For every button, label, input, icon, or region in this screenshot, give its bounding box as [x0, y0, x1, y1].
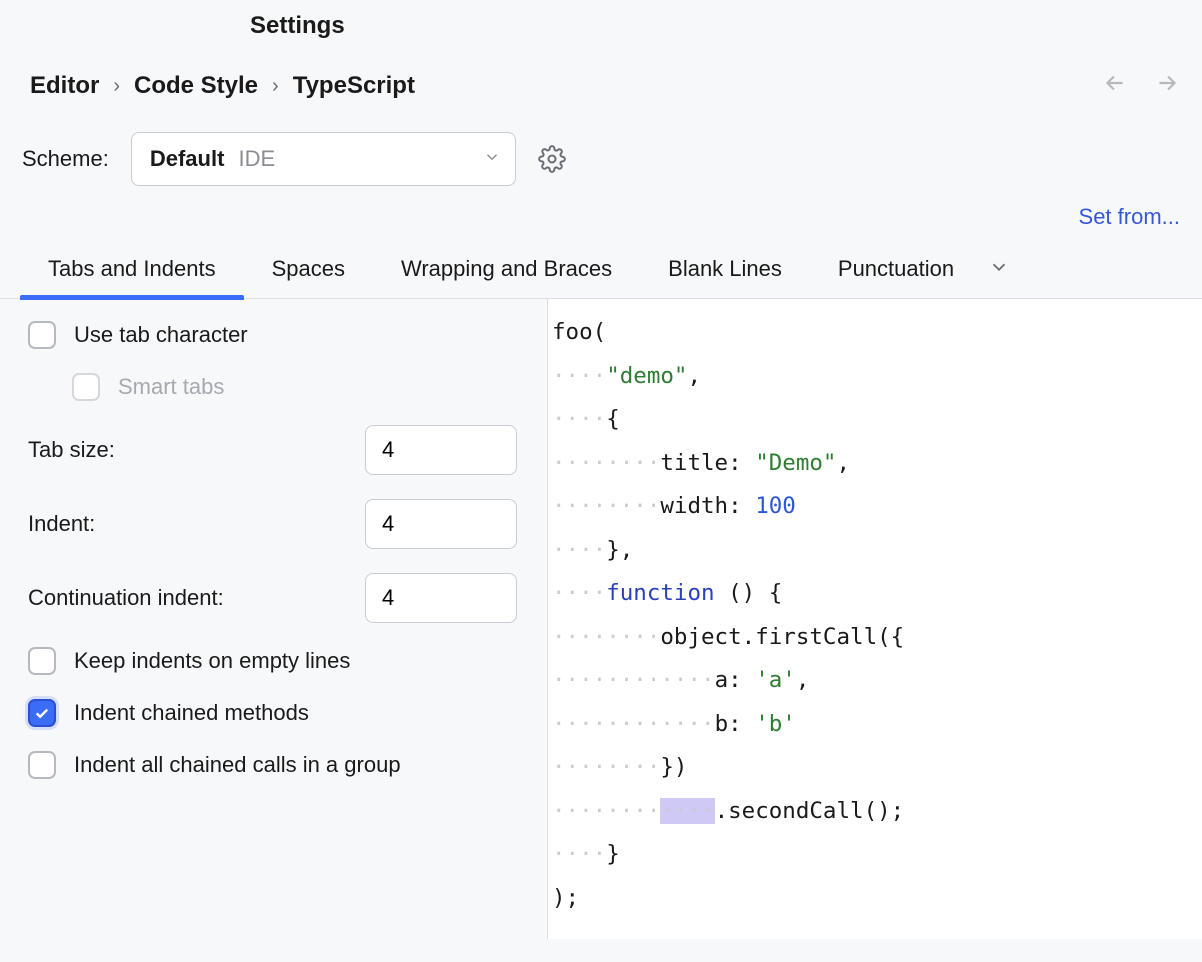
use-tab-character-label: Use tab character: [74, 322, 248, 348]
forward-button[interactable]: [1154, 70, 1180, 102]
scheme-tag: IDE: [239, 146, 276, 171]
continuation-indent-input[interactable]: [365, 573, 517, 623]
indent-all-chained-group-checkbox[interactable]: [28, 751, 56, 779]
tab-spaces[interactable]: Spaces: [244, 242, 373, 298]
breadcrumb-item[interactable]: Editor: [30, 72, 99, 100]
tab-size-input[interactable]: [365, 425, 517, 475]
smart-tabs-checkbox: [72, 373, 100, 401]
breadcrumb-item[interactable]: TypeScript: [293, 72, 415, 100]
continuation-indent-label: Continuation indent:: [28, 585, 224, 611]
keep-indents-empty-checkbox[interactable]: [28, 647, 56, 675]
tab-punctuation[interactable]: Punctuation: [810, 242, 982, 298]
scheme-name: Default: [150, 146, 225, 171]
page-title: Settings: [0, 0, 1202, 60]
indent-input[interactable]: [365, 499, 517, 549]
indent-label: Indent:: [28, 511, 95, 537]
use-tab-character-checkbox[interactable]: [28, 321, 56, 349]
scheme-label: Scheme:: [22, 146, 109, 172]
chevron-right-icon: ›: [113, 75, 120, 98]
breadcrumb: Editor › Code Style › TypeScript: [30, 72, 415, 100]
back-button[interactable]: [1102, 70, 1128, 102]
tab-size-label: Tab size:: [28, 437, 115, 463]
gear-icon[interactable]: [538, 145, 566, 173]
tabs: Tabs and Indents Spaces Wrapping and Bra…: [0, 242, 1202, 299]
code-preview: foo( ····"demo", ····{ ········title: "D…: [548, 299, 1202, 939]
indent-chained-methods-label: Indent chained methods: [74, 700, 309, 726]
smart-tabs-label: Smart tabs: [118, 374, 224, 400]
highlighted-indent: ····: [660, 798, 714, 824]
keep-indents-empty-label: Keep indents on empty lines: [74, 648, 350, 674]
tab-wrapping-and-braces[interactable]: Wrapping and Braces: [373, 242, 640, 298]
scheme-select[interactable]: Default IDE: [131, 132, 516, 186]
tab-blank-lines[interactable]: Blank Lines: [640, 242, 810, 298]
breadcrumb-item[interactable]: Code Style: [134, 72, 258, 100]
chevron-right-icon: ›: [272, 75, 279, 98]
options-panel: Use tab character Smart tabs Tab size: I…: [0, 299, 548, 939]
indent-all-chained-group-label: Indent all chained calls in a group: [74, 752, 401, 778]
tab-tabs-and-indents[interactable]: Tabs and Indents: [20, 242, 244, 298]
chevron-down-icon: [483, 146, 501, 172]
set-from-link[interactable]: Set from...: [1079, 204, 1180, 229]
tabs-overflow-icon[interactable]: [982, 246, 1016, 294]
indent-chained-methods-checkbox[interactable]: [28, 699, 56, 727]
